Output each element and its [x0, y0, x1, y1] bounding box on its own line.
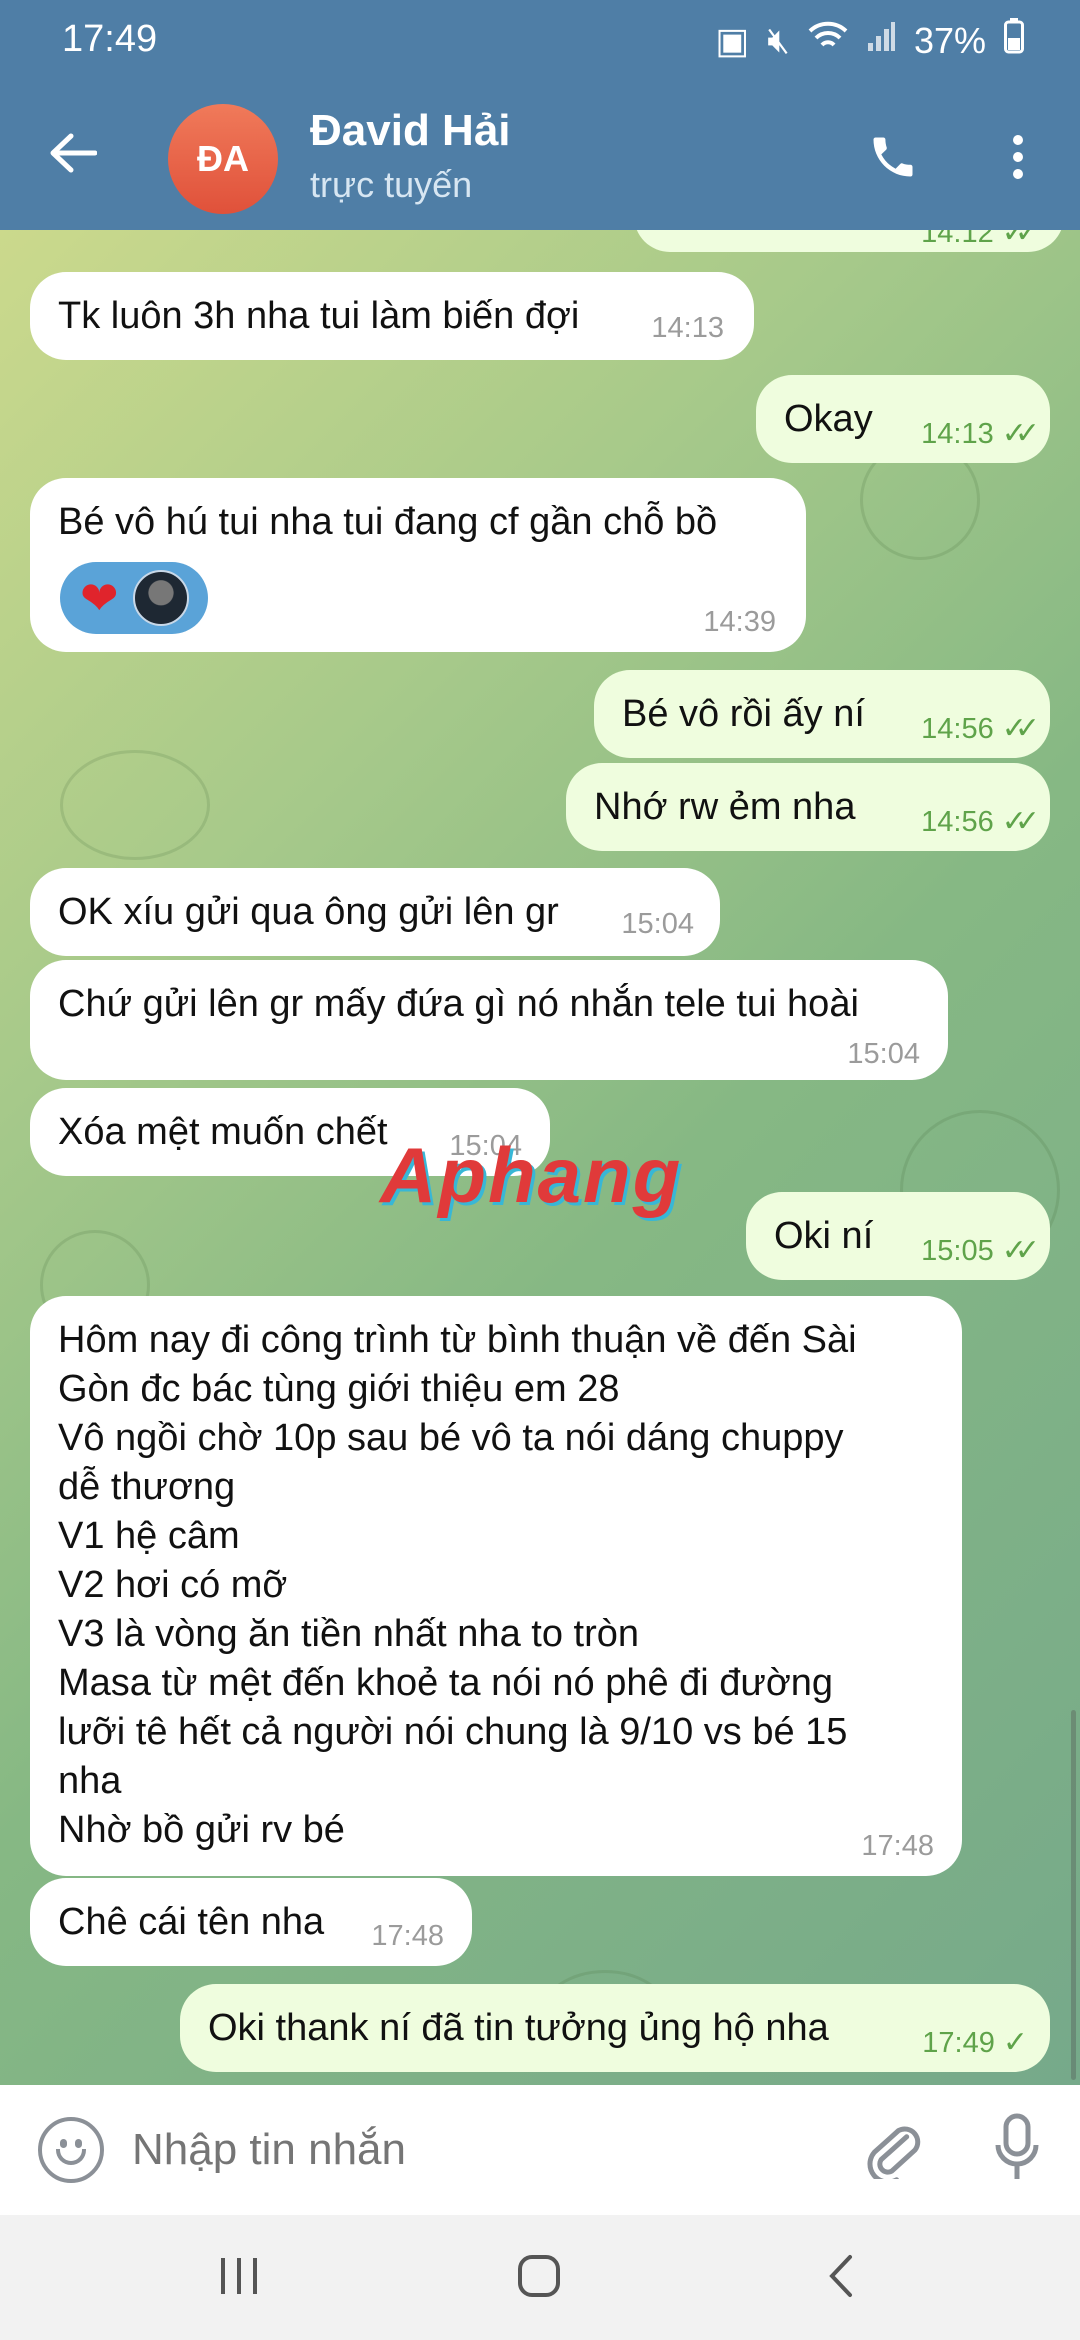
signal-icon [866, 20, 896, 62]
phone-icon [867, 131, 919, 188]
recent-apps-icon [217, 2256, 261, 2301]
saver-icon: ▣ [715, 19, 750, 61]
message-text: Nhớ rw ẻm nha [594, 786, 856, 828]
message-time: 14:13 [921, 418, 994, 450]
message-bubble-incoming[interactable]: Bé vô hú tui nha tui đang cf gần chỗ bồ … [30, 478, 806, 652]
message-time: 14:12 [921, 230, 994, 249]
recent-apps-button[interactable] [194, 2243, 284, 2313]
back-button[interactable] [42, 124, 104, 186]
message-text: Bé vô hú tui nha tui đang cf gần chỗ bồ [58, 501, 718, 543]
background-doodle [60, 750, 210, 860]
battery-icon [1004, 18, 1024, 63]
double-check-icon: ✓✓ [1001, 1234, 1040, 1267]
message-time: 14:56 [921, 806, 994, 838]
smiley-icon [56, 2149, 86, 2165]
message-bubble-outgoing[interactable]: Nhớ rw ẻm nha 14:56 ✓✓ [566, 763, 1050, 851]
message-time: 15:05 [921, 1235, 994, 1267]
emoji-button[interactable] [38, 2117, 104, 2183]
nav-back-button[interactable] [796, 2243, 886, 2313]
chevron-left-icon [826, 2254, 856, 2303]
voice-record-button[interactable] [982, 2111, 1052, 2189]
message-text: Chứ gửi lên gr mấy đứa gì nó nhắn tele t… [58, 983, 859, 1025]
message-text: OK xíu gửi qua ông gửi lên gr [58, 891, 559, 933]
double-check-icon: ✓✓ [1001, 805, 1040, 838]
message-text: Chê cái tên nha [58, 1901, 325, 1943]
contact-name[interactable]: Đavid Hải [310, 106, 511, 156]
message-text: Xóa mệt muốn chết [58, 1111, 388, 1153]
attach-button[interactable] [858, 2113, 928, 2187]
message-input[interactable] [132, 2115, 812, 2185]
message-bubble-incoming[interactable]: Chê cái tên nha 17:48 [30, 1878, 472, 1966]
message-time: 14:56 [921, 713, 994, 745]
message-bubble-outgoing[interactable]: Okay 14:13 ✓✓ [756, 375, 1050, 463]
more-vert-icon [1011, 133, 1025, 186]
message-text: Tk luôn 3h nha tui làm biến đợi [58, 295, 580, 337]
chat-scrollbar[interactable] [1071, 1710, 1076, 2080]
message-bubble-outgoing[interactable]: Oki thank ní đã tin tưởng ủng hộ nha 17:… [180, 1984, 1050, 2072]
chat-header: ĐA Đavid Hải trực tuyến [0, 86, 1080, 230]
message-time: 14:13 [651, 312, 724, 344]
microphone-icon [994, 2113, 1040, 2188]
call-button[interactable] [860, 126, 926, 192]
watermark-logo: Aphang [380, 1131, 683, 1219]
home-button[interactable] [494, 2243, 584, 2313]
more-button[interactable] [988, 126, 1048, 192]
message-bubble-incoming[interactable]: Tk luôn 3h nha tui làm biến đợi 14:13 [30, 272, 754, 360]
mute-icon: 🔇︎ [767, 19, 790, 60]
message-text: Hôm nay đi công trình từ bình thuận về đ… [58, 1319, 857, 1851]
message-time: 17:49 [922, 2027, 995, 2059]
status-icons: ▣ 🔇︎ 37% [715, 18, 1024, 63]
single-check-icon: ✓ [1002, 2026, 1028, 2059]
status-bar: 17:49 ▣ 🔇︎ 37% [0, 0, 1080, 86]
reactor-avatar [132, 570, 189, 626]
message-bubble-outgoing[interactable]: Oki ní 15:05 ✓✓ [746, 1192, 1050, 1280]
system-nav-bar [0, 2215, 1080, 2340]
double-check-icon: ✓✓ [1001, 712, 1040, 745]
message-time: 15:04 [847, 1038, 920, 1070]
status-time: 17:49 [62, 18, 158, 60]
wifi-icon [808, 19, 848, 62]
message-bubble-incoming[interactable]: Chứ gửi lên gr mấy đứa gì nó nhắn tele t… [30, 960, 948, 1080]
message-time: 15:04 [621, 908, 694, 940]
message-bubble-outgoing[interactable]: 14:12 ✓✓ [634, 230, 1064, 252]
arrow-left-icon [49, 124, 98, 186]
message-bubble-incoming[interactable]: OK xíu gửi qua ông gửi lên gr 15:04 [30, 868, 720, 956]
battery-percent: 37% [913, 19, 986, 61]
message-bubble-incoming[interactable]: Hôm nay đi công trình từ bình thuận về đ… [30, 1296, 962, 1876]
reaction-chip[interactable]: ❤ [60, 562, 208, 634]
message-time: 17:48 [861, 1830, 934, 1862]
message-time: 14:39 [703, 606, 776, 638]
message-time: 17:48 [371, 1920, 444, 1952]
avatar[interactable]: ĐA [168, 104, 278, 214]
message-text: Okay [784, 398, 873, 440]
contact-status: trực tuyến [310, 164, 473, 205]
double-check-icon: ✓✓ [1001, 417, 1040, 450]
heart-icon: ❤ [80, 572, 119, 624]
paperclip-icon [865, 2117, 921, 2184]
message-bubble-outgoing[interactable]: Bé vô rồi ấy ní 14:56 ✓✓ [594, 670, 1050, 758]
chat-area[interactable]: 14:12 ✓✓ Tk luôn 3h nha tui làm biến đợi … [0, 230, 1080, 2085]
message-composer [0, 2085, 1080, 2215]
message-text: Oki ní [774, 1215, 874, 1257]
message-text: Oki thank ní đã tin tưởng ủng hộ nha [208, 2007, 829, 2049]
home-icon [517, 2254, 561, 2303]
message-text: Bé vô rồi ấy ní [622, 693, 865, 735]
double-check-icon: ✓✓ [1001, 230, 1040, 249]
